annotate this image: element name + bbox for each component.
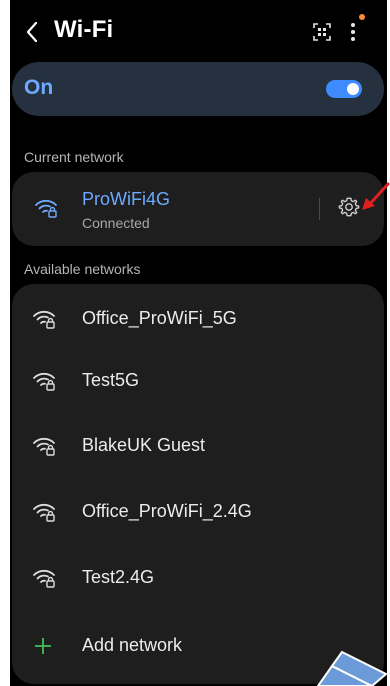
red-arrow-annotation	[362, 182, 390, 210]
page-title: Wi-Fi	[54, 16, 114, 43]
network-name: Office_ProWiFi_5G	[82, 308, 237, 328]
wifi-lock-icon	[32, 568, 56, 588]
app-bar: Wi-Fi	[10, 0, 387, 62]
qr-scan-button[interactable]	[312, 22, 332, 42]
wifi-settings-screen: Wi-Fi On Current network ProWiFi4G Conne…	[10, 0, 387, 686]
current-network-status: Connected	[82, 215, 150, 231]
add-network-label: Add network	[82, 635, 183, 655]
current-network-name: ProWiFi4G	[82, 189, 171, 209]
available-networks-list: Office_ProWiFi_5G Test5G BlakeUK Guest O…	[12, 284, 384, 684]
current-network-header: Current network	[24, 149, 124, 165]
chevron-left-icon	[26, 21, 38, 43]
network-name: BlakeUK Guest	[82, 435, 206, 455]
list-item[interactable]: Office_ProWiFi_2.4G	[12, 481, 384, 543]
network-name: Test2.4G	[82, 567, 155, 587]
current-network-card[interactable]: ProWiFi4G Connected	[12, 172, 384, 246]
list-item[interactable]: Office_ProWiFi_5G	[12, 288, 384, 350]
qr-scan-icon	[313, 23, 331, 41]
gear-icon	[338, 197, 360, 217]
wifi-lock-icon	[32, 502, 56, 522]
available-networks-header: Available networks	[24, 261, 141, 277]
plus-icon	[34, 637, 52, 655]
wifi-master-toggle-row[interactable]: On	[12, 62, 384, 116]
back-button[interactable]	[22, 18, 44, 46]
list-item[interactable]: BlakeUK Guest	[12, 415, 384, 477]
wifi-lock-icon	[32, 436, 56, 456]
wifi-toggle-switch[interactable]	[326, 80, 362, 98]
wifi-state-label: On	[24, 76, 54, 99]
blue-arrow-annotation	[316, 650, 387, 686]
more-options-button[interactable]	[346, 17, 360, 47]
divider	[319, 198, 320, 220]
notification-dot	[359, 14, 365, 20]
network-name: Test5G	[82, 370, 140, 390]
list-item[interactable]: Test2.4G	[12, 547, 384, 609]
network-settings-button[interactable]	[338, 196, 360, 218]
wifi-lock-icon	[34, 198, 58, 218]
wifi-lock-icon	[32, 371, 56, 391]
list-item[interactable]: Test5G	[12, 350, 384, 412]
wifi-lock-icon	[32, 309, 56, 329]
toggle-knob	[347, 83, 359, 95]
network-name: Office_ProWiFi_2.4G	[82, 501, 252, 521]
